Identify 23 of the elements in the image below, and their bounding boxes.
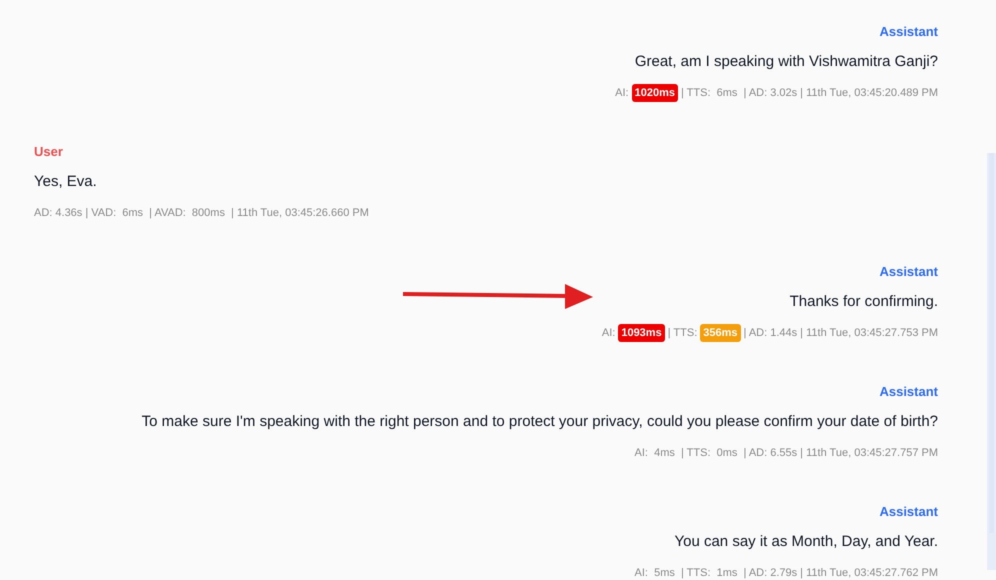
- latency-badge: 1093ms: [618, 324, 665, 342]
- message-metadata: AI:: [602, 326, 616, 341]
- message-text: Yes, Eva.: [34, 172, 97, 192]
- message-text: You can say it as Month, Day, and Year.: [674, 532, 938, 552]
- message-metadata: AI: 5ms | TTS: 1ms | AD: 2.79s | 11th Tue, 03:45:27.762 PM: [634, 566, 938, 580]
- speaker-name: Assistant: [879, 263, 938, 281]
- scrollbar-track[interactable]: [987, 153, 996, 570]
- speaker-name: Assistant: [879, 23, 938, 41]
- speaker-name: Assistant: [879, 383, 938, 401]
- latency-badge: 356ms: [700, 324, 741, 342]
- message-text: Great, am I speaking with Vishwamitra Ganji?: [634, 52, 938, 72]
- speaker-name: Assistant: [879, 503, 938, 521]
- message-metadata: AD: 4.36s | VAD: 6ms | AVAD: 800ms | 11th Tue, 03:45:26.660 PM: [34, 206, 369, 221]
- message-metadata: AI: 4ms | TTS: 0ms | AD: 6.55s | 11th Tue, 03:45:27.757 PM: [634, 446, 938, 461]
- message-metadata: | AD: 1.44s | 11th Tue, 03:45:27.753 PM: [744, 326, 938, 341]
- message-metadata: AI:: [615, 86, 629, 101]
- latency-badge: 1020ms: [632, 84, 678, 102]
- message-text: Thanks for confirming.: [790, 292, 938, 312]
- scrollbar-thumb[interactable]: [989, 153, 994, 533]
- speaker-name: User: [34, 143, 63, 161]
- message-text: To make sure I'm speaking with the right person and to protect your privacy, could you please confirm your date of birth?: [142, 412, 938, 432]
- message-metadata: | TTS:: [668, 326, 698, 341]
- message-metadata: | TTS: 6ms | AD: 3.02s | 11th Tue, 03:45:20.489 PM: [680, 86, 938, 101]
